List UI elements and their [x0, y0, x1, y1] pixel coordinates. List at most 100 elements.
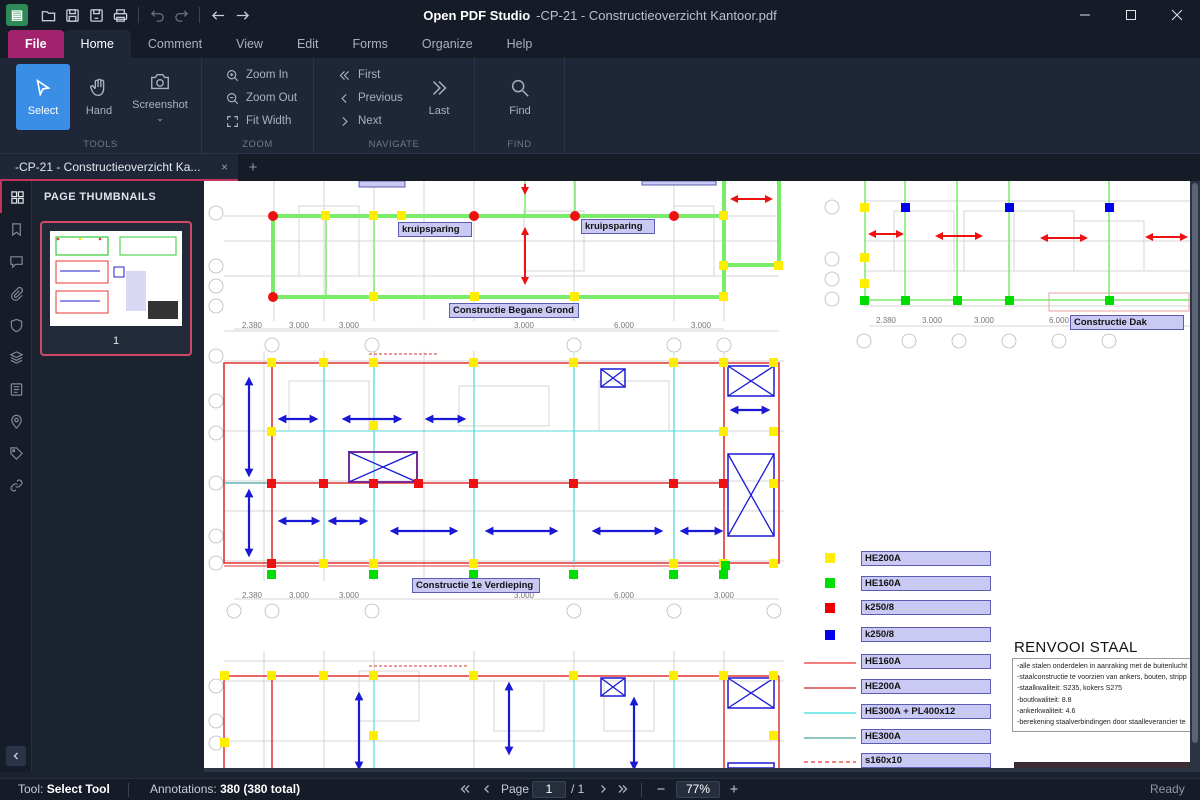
- renvooi-line: -staalkwaliteit: S235, kokers S275: [1017, 685, 1123, 693]
- zoom-in-status-button[interactable]: [726, 781, 742, 797]
- open-folder-icon[interactable]: [36, 3, 60, 27]
- legend-label[interactable]: s160x10: [861, 753, 991, 768]
- page-thumbnail[interactable]: 1: [40, 221, 192, 356]
- minimize-button[interactable]: [1062, 0, 1108, 30]
- document-tab[interactable]: -CP-21 - Constructieoverzicht Ka... ×: [0, 154, 238, 181]
- annotation-label[interactable]: kruipsparing: [581, 219, 655, 234]
- last-label: Last: [428, 105, 450, 117]
- screenshot-tool-button[interactable]: Screenshot ⌄: [130, 64, 190, 130]
- page-number-input[interactable]: 1: [532, 781, 566, 798]
- legend-label[interactable]: HE160A: [861, 654, 991, 669]
- ready-status: Ready: [1150, 782, 1185, 796]
- zoom-out-button[interactable]: Zoom Out: [226, 88, 297, 108]
- zoom-out-status-button[interactable]: [653, 781, 669, 797]
- status-last-page-button[interactable]: [615, 781, 631, 797]
- annotation-label[interactable]: Constructie Begane Grond: [449, 303, 579, 318]
- bookmark-icon[interactable]: [0, 213, 32, 245]
- new-tab-button[interactable]: +: [238, 154, 268, 181]
- forward-arrow-icon[interactable]: [230, 3, 254, 27]
- renvooi-line: -staalconstructie te voorzien van ankers…: [1017, 674, 1187, 682]
- undo-icon[interactable]: [145, 3, 169, 27]
- zoom-level-input[interactable]: 77%: [676, 781, 720, 798]
- annotation-label[interactable]: Constructie Dak: [1070, 315, 1184, 330]
- tab-view[interactable]: View: [219, 30, 280, 58]
- status-previous-page-button[interactable]: [479, 781, 495, 797]
- legend-label[interactable]: HE200A: [861, 679, 991, 694]
- previous-page-button[interactable]: Previous: [338, 88, 403, 108]
- comments-icon[interactable]: [0, 245, 32, 277]
- tab-edit[interactable]: Edit: [280, 30, 336, 58]
- annotation-label[interactable]: kruipsparing: [398, 222, 472, 237]
- status-next-page-button[interactable]: [595, 781, 611, 797]
- tag-icon[interactable]: [0, 437, 32, 469]
- close-window-button[interactable]: [1154, 0, 1200, 30]
- fields-icon[interactable]: [0, 373, 32, 405]
- next-page-button[interactable]: Next: [338, 111, 382, 131]
- select-tool-button[interactable]: Select: [16, 64, 70, 130]
- chevron-down-icon: ⌄: [156, 112, 164, 123]
- dimension-label: 2.380: [242, 591, 263, 600]
- legend-label[interactable]: k250/8: [861, 627, 991, 642]
- plan-eerste-verdieping: [223, 353, 780, 579]
- horizontal-scrollbar[interactable]: [204, 768, 1190, 772]
- link-icon[interactable]: [0, 469, 32, 501]
- app-name: Open PDF Studio: [423, 7, 531, 23]
- pdf-page[interactable]: 2.380 3.000 3.000 3.000 6.000 3.000 2.38…: [204, 181, 1190, 768]
- navigate-group: First Previous Next Last NAVIGATE: [314, 58, 475, 154]
- zoom-in-button[interactable]: Zoom In: [226, 65, 288, 85]
- shield-icon[interactable]: [0, 309, 32, 341]
- first-page-button[interactable]: First: [338, 65, 380, 85]
- dimension-label: 6.000: [614, 591, 635, 600]
- dimension-label: 3.000: [289, 591, 310, 600]
- renvooi-line: -alle stalen onderdelen in aanraking met…: [1017, 663, 1187, 670]
- legend-label[interactable]: HE300A + PL400x12: [861, 704, 991, 719]
- attachment-icon[interactable]: [0, 277, 32, 309]
- dimension-label: 3.000: [289, 321, 310, 330]
- vertical-scrollbar[interactable]: [1190, 181, 1200, 772]
- legend-label[interactable]: HE160A: [861, 576, 991, 591]
- window-controls: [1062, 0, 1200, 30]
- dimension-label: 2.380: [876, 316, 897, 325]
- camera-icon: [151, 73, 169, 89]
- annotations-count: 380 (380 total): [220, 782, 301, 796]
- location-icon[interactable]: [0, 405, 32, 437]
- collapse-sidebar-button[interactable]: [6, 746, 26, 766]
- tab-organize[interactable]: Organize: [405, 30, 490, 58]
- save-icon[interactable]: [60, 3, 84, 27]
- tab-home[interactable]: Home: [63, 30, 131, 58]
- layers-icon[interactable]: [0, 341, 32, 373]
- redo-icon[interactable]: [169, 3, 193, 27]
- scrollbar-thumb[interactable]: [1192, 183, 1198, 743]
- renvooi-line: -boutkwaliteit: 8.8: [1017, 696, 1072, 704]
- dimension-label: 6.000: [614, 321, 635, 330]
- last-page-button[interactable]: Last: [412, 64, 466, 130]
- renvooi-title: RENVOOI STAAL: [1014, 639, 1138, 656]
- print-icon[interactable]: [108, 3, 132, 27]
- legend-label[interactable]: HE300A: [861, 729, 991, 744]
- legend-label[interactable]: k250/8: [861, 600, 991, 615]
- previous-label: Previous: [358, 92, 403, 104]
- file-menu-tab[interactable]: File: [8, 30, 64, 58]
- save-as-icon[interactable]: [84, 3, 108, 27]
- tab-comment[interactable]: Comment: [131, 30, 219, 58]
- thumbnails-icon[interactable]: [0, 181, 32, 213]
- zoom-out-icon: [227, 92, 239, 104]
- double-chevron-left-icon: [339, 70, 349, 80]
- thumbnail-panel: PAGE THUMBNAILS 1: [32, 181, 204, 772]
- status-first-page-button[interactable]: [457, 781, 473, 797]
- legend-label[interactable]: HE200A: [861, 551, 991, 566]
- document-viewer[interactable]: 2.380 3.000 3.000 3.000 6.000 3.000 2.38…: [204, 181, 1200, 772]
- find-button[interactable]: Find: [493, 64, 547, 130]
- maximize-button[interactable]: [1108, 0, 1154, 30]
- status-bar: Tool: Select Tool Annotations: 380 (380 …: [0, 778, 1200, 800]
- document-name: -CP-21 - Constructieoverzicht Kantoor.pd…: [536, 7, 777, 23]
- tab-forms[interactable]: Forms: [336, 30, 405, 58]
- tab-help[interactable]: Help: [490, 30, 550, 58]
- annotation-label[interactable]: Constructie 1e Verdieping: [412, 578, 540, 593]
- close-tab-icon[interactable]: ×: [221, 160, 228, 174]
- hand-tool-button[interactable]: Hand: [72, 64, 126, 130]
- zoom-in-icon: [227, 69, 239, 81]
- fit-width-button[interactable]: Fit Width: [226, 111, 291, 131]
- status-separator: [641, 783, 642, 797]
- back-arrow-icon[interactable]: [206, 3, 230, 27]
